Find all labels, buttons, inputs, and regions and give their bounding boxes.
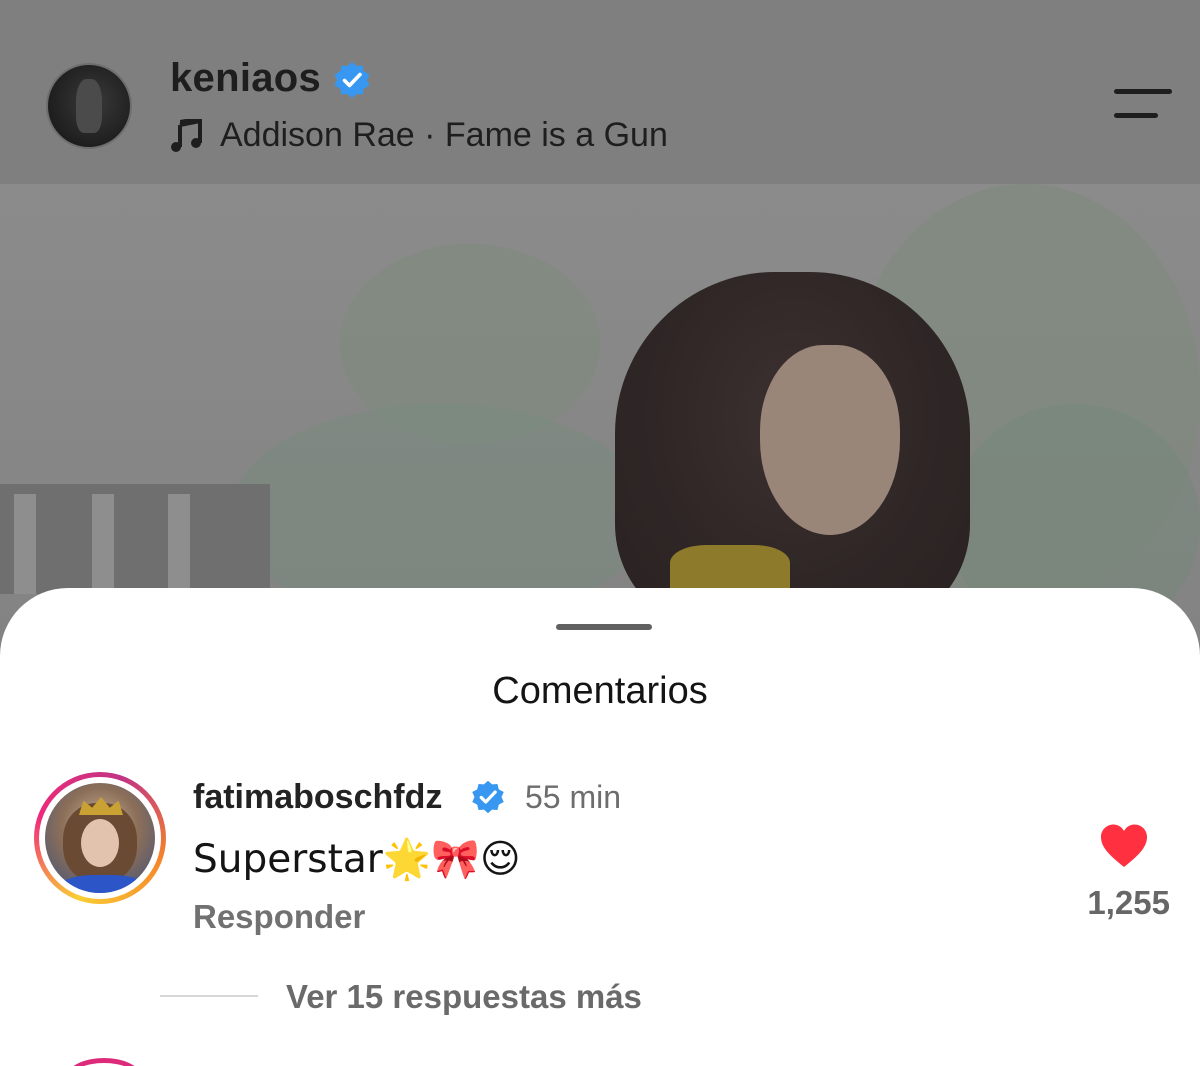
reel-header: keniaos Addison Rae · Fame is a Gun xyxy=(0,0,1200,184)
video-subject-face xyxy=(760,345,900,535)
avatar-crown xyxy=(79,797,123,815)
profile-username[interactable]: keniaos xyxy=(170,56,321,101)
avatar-silhouette xyxy=(76,79,102,133)
sheet-drag-handle[interactable] xyxy=(556,624,652,630)
next-commenter-avatar[interactable] xyxy=(66,1058,142,1066)
song-title[interactable]: Addison Rae · Fame is a Gun xyxy=(220,116,668,155)
verified-badge-icon xyxy=(472,780,504,814)
reply-button[interactable]: Responder xyxy=(193,898,365,936)
avatar-ring-gap xyxy=(39,777,161,899)
comment-text: Superstar🌟🎀😌 xyxy=(193,837,521,882)
replies-divider xyxy=(160,995,258,997)
like-count: 1,255 xyxy=(1087,884,1170,921)
avatar-photo xyxy=(45,783,155,893)
comment-username[interactable]: fatimaboschfdz xyxy=(193,778,442,817)
view-replies-button[interactable]: Ver 15 respuestas más xyxy=(286,978,642,1016)
comment-timestamp: 55 min xyxy=(525,779,622,815)
background-building xyxy=(0,484,270,594)
profile-avatar[interactable] xyxy=(46,63,132,149)
avatar-face xyxy=(81,819,119,867)
heart-icon[interactable] xyxy=(1099,823,1149,869)
commenter-avatar[interactable] xyxy=(34,772,166,904)
background-pillar xyxy=(168,494,190,594)
verified-badge-icon xyxy=(334,62,370,98)
comments-sheet: Comentarios fatimaboschfdz 55 min Supers… xyxy=(0,588,1200,1066)
background-pillar xyxy=(14,494,36,594)
music-note-icon xyxy=(171,119,202,152)
comments-title: Comentarios xyxy=(492,670,708,712)
menu-icon[interactable] xyxy=(1110,86,1174,126)
background-pillar xyxy=(92,494,114,594)
avatar-dress xyxy=(55,875,151,893)
